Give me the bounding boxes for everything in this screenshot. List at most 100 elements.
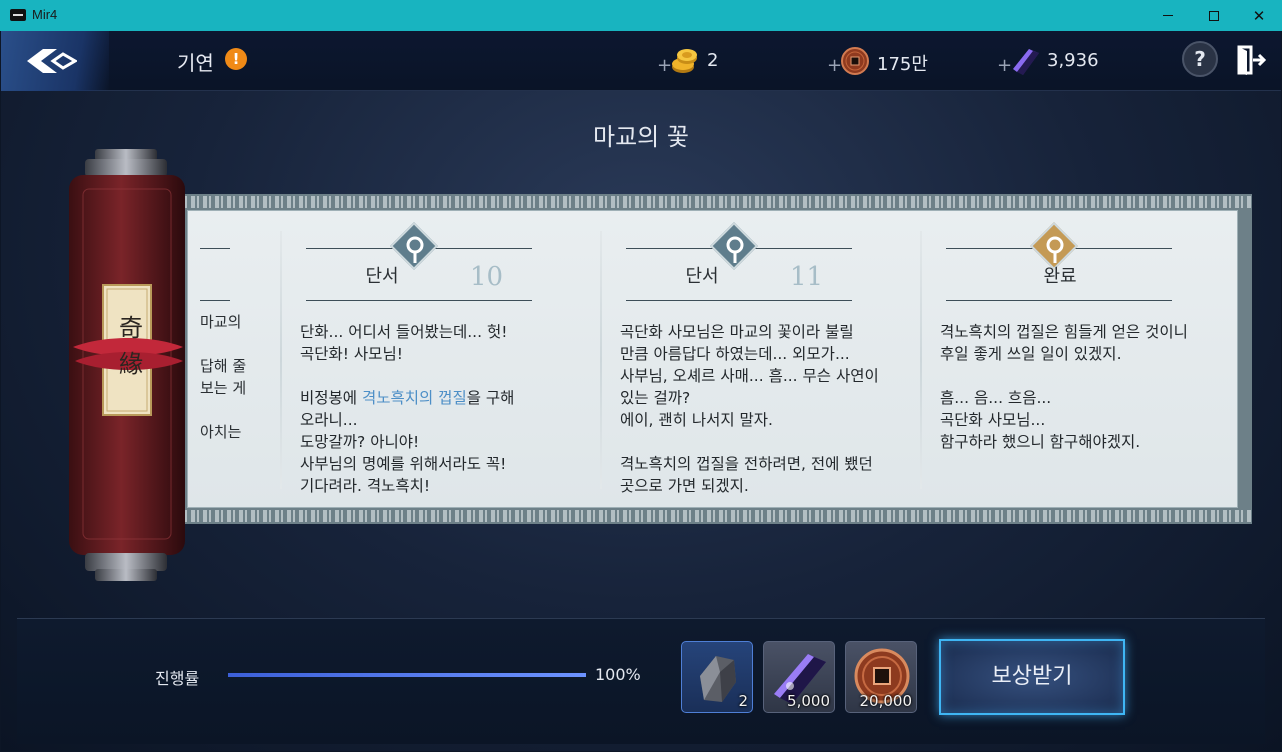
entry-text-line: 도망갈까? 아니야!: [300, 431, 590, 453]
exit-icon: [1237, 45, 1267, 75]
magnifier-icon: [1046, 236, 1064, 263]
entry-text-line: 답해 줄: [200, 357, 247, 375]
maximize-button[interactable]: [1191, 0, 1237, 31]
entry-text-line: 보는 게: [200, 379, 247, 397]
text-segment: 에이, 괜히 나서지 말자.: [620, 411, 773, 429]
text-segment: 곳으로 가면 되겠지.: [620, 477, 749, 495]
entry-text-line: 격노흑치의 껍질은 힘들게 얻은 것이니: [940, 321, 1230, 343]
quest-log-panel: 마교의 답해 줄 보는 게 아치는 단서 10 단화... 어디서 들어봤는데...…: [179, 194, 1252, 524]
gold-value: 2: [707, 50, 719, 71]
quest-log-paper[interactable]: 마교의 답해 줄 보는 게 아치는 단서 10 단화... 어디서 들어봤는데...…: [187, 210, 1238, 508]
text-segment: 곡단화! 사모님!: [300, 345, 403, 363]
entry-text-line: 비정봉에 격노흑치의 껍질을 구해: [300, 387, 590, 409]
entry-text-line: 곡단화 사모님...: [940, 409, 1230, 431]
close-button[interactable]: ✕: [1236, 0, 1282, 31]
seal-char: 緣: [119, 350, 143, 378]
entry-rule: [946, 300, 1172, 301]
entry-number: 11: [790, 262, 824, 292]
entry-text-line: 후일 좋게 쓰일 일이 있겠지.: [940, 343, 1230, 365]
entry-text-line: 만큼 아름답다 하였는데... 외모가...: [620, 343, 910, 365]
text-segment: 기다려라. 격노흑치!: [300, 477, 431, 495]
previous-entry-partial: 마교의 답해 줄 보는 게 아치는: [200, 211, 280, 507]
copper-coin-icon: [841, 47, 869, 75]
entry-text-line: 함구하라 했으니 함구해야겠지.: [940, 431, 1230, 453]
seal-char: 奇: [119, 314, 143, 342]
minimize-button[interactable]: [1145, 0, 1191, 31]
entry-body: 단화... 어디서 들어봤는데... 헛! 곡단화! 사모님! 비정봉에 격노흑치의…: [300, 321, 590, 497]
minimize-icon: [1163, 15, 1173, 16]
text-segment: 흠... 음... 흐음...: [940, 389, 1052, 407]
section-title: 기연: [177, 51, 214, 75]
text-segment: 사부님, 오셰르 사매... 흠... 무슨 사연이: [620, 367, 879, 385]
text-segment: 있는 걸까?: [620, 389, 691, 407]
entry-text-line: 마교의: [200, 313, 242, 331]
reward-panel: 진행률 100% 2 5,000 20,000 보상받기: [17, 618, 1265, 744]
item-name-highlight: 격노흑치의 껍질: [361, 389, 467, 407]
progress-percent: 100%: [595, 665, 641, 684]
entry-text-line: 사부님, 오셰르 사매... 흠... 무슨 사연이: [620, 365, 910, 387]
alert-icon[interactable]: !: [225, 48, 247, 70]
darksteel-value: 3,936: [1047, 50, 1099, 71]
back-button[interactable]: [1, 31, 109, 91]
app-icon: [10, 9, 26, 21]
quest-entry: 단서 11 곡단화 사모님은 마교의 꽃이라 불릴 만큼 아름답다 하였는데... 외…: [602, 211, 902, 507]
reward-count: 20,000: [859, 692, 913, 710]
reward-slot-darksteel[interactable]: 5,000: [763, 641, 835, 713]
entry-type: 단서: [365, 266, 399, 287]
entry-text-line: 있는 걸까?: [620, 387, 910, 409]
entry-rule: [200, 300, 230, 301]
window-titlebar: Mir4 ✕: [0, 0, 1282, 31]
entry-text-line: 곳으로 가면 되겠지.: [620, 475, 910, 497]
entry-text-line: [940, 365, 1230, 387]
text-segment: 오라니...: [300, 411, 358, 429]
text-segment: 비정봉에: [300, 389, 362, 407]
window-title: Mir4: [32, 7, 58, 22]
entry-text-line: 아치는: [200, 423, 242, 441]
scroll-seal-text: 奇 緣: [111, 313, 151, 379]
entry-text-line: 오라니...: [300, 409, 590, 431]
text-segment: 후일 좋게 쓰일 일이 있겠지.: [940, 345, 1122, 363]
text-segment: 도망갈까? 아니야!: [300, 433, 420, 451]
text-segment: 단화... 어디서 들어봤는데... 헛!: [300, 323, 508, 341]
magnifier-icon: [406, 236, 424, 263]
entry-text-line: 사부님의 명예를 위해서라도 꼭!: [300, 453, 590, 475]
gold-coin-icon: [672, 49, 697, 73]
quest-entry: 단서 10 단화... 어디서 들어봤는데... 헛! 곡단화! 사모님! 비정봉에 격…: [282, 211, 582, 507]
entry-body: 격노흑치의 껍질은 힘들게 얻은 것이니후일 좋게 쓰일 일이 있겠지. 흠...…: [940, 321, 1230, 453]
back-arrow-icon: [27, 49, 77, 73]
entry-text-line: 흠... 음... 흐음...: [940, 387, 1230, 409]
text-segment: 만큼 아름답다 하였는데... 외모가...: [620, 345, 850, 363]
frame-border-top: [179, 196, 1252, 208]
reward-count: 2: [738, 692, 748, 710]
frame-border-bottom: [179, 510, 1252, 522]
game-viewport: 기연 ! + 2 + 175만 + 3,936 ? 마교의 꽃 마교의 답해 줄…: [1, 31, 1281, 751]
entry-text-line: [300, 365, 590, 387]
progress-fill: [228, 673, 586, 677]
top-bar: 기연 ! + 2 + 175만 + 3,936 ?: [1, 31, 1281, 91]
entry-rule: [200, 248, 230, 249]
text-segment: 곡단화 사모님은 마교의 꽃이라 불릴: [620, 323, 854, 341]
reward-slot-stone[interactable]: 2: [681, 641, 753, 713]
entry-text-line: 곡단화 사모님은 마교의 꽃이라 불릴: [620, 321, 910, 343]
exit-button[interactable]: [1233, 43, 1267, 77]
entry-rule: [626, 300, 852, 301]
magnifier-icon: [726, 236, 744, 263]
quest-entry: 완료 격노흑치의 껍질은 힘들게 얻은 것이니 후일 좋게 쓰일 일이 있겠지. 흠.…: [922, 211, 1222, 507]
entry-text-line: 단화... 어디서 들어봤는데... 헛!: [300, 321, 590, 343]
text-segment: 곡단화 사모님...: [940, 411, 1046, 429]
text-segment: 격노흑치의 껍질을 전하려면, 전에 뵀던: [620, 455, 873, 473]
reward-slot-copper[interactable]: 20,000: [845, 641, 917, 713]
entry-type: 완료: [1043, 266, 1077, 287]
text-segment: 을 구해: [466, 389, 515, 407]
progress-label: 진행률: [155, 669, 200, 688]
entry-text-line: 격노흑치의 껍질을 전하려면, 전에 뵀던: [620, 453, 910, 475]
claim-reward-button[interactable]: 보상받기: [939, 639, 1125, 715]
progress-bar: [228, 673, 586, 677]
text-segment: 사부님의 명예를 위해서라도 꼭!: [300, 455, 507, 473]
darksteel-icon: [1013, 49, 1039, 75]
text-segment: 함구하라 했으니 함구해야겠지.: [940, 433, 1141, 451]
entry-rule: [306, 300, 532, 301]
entry-body: 곡단화 사모님은 마교의 꽃이라 불릴만큼 아름답다 하였는데... 외모가..…: [620, 321, 910, 497]
entry-text-line: 곡단화! 사모님!: [300, 343, 590, 365]
help-button[interactable]: ?: [1182, 41, 1218, 77]
